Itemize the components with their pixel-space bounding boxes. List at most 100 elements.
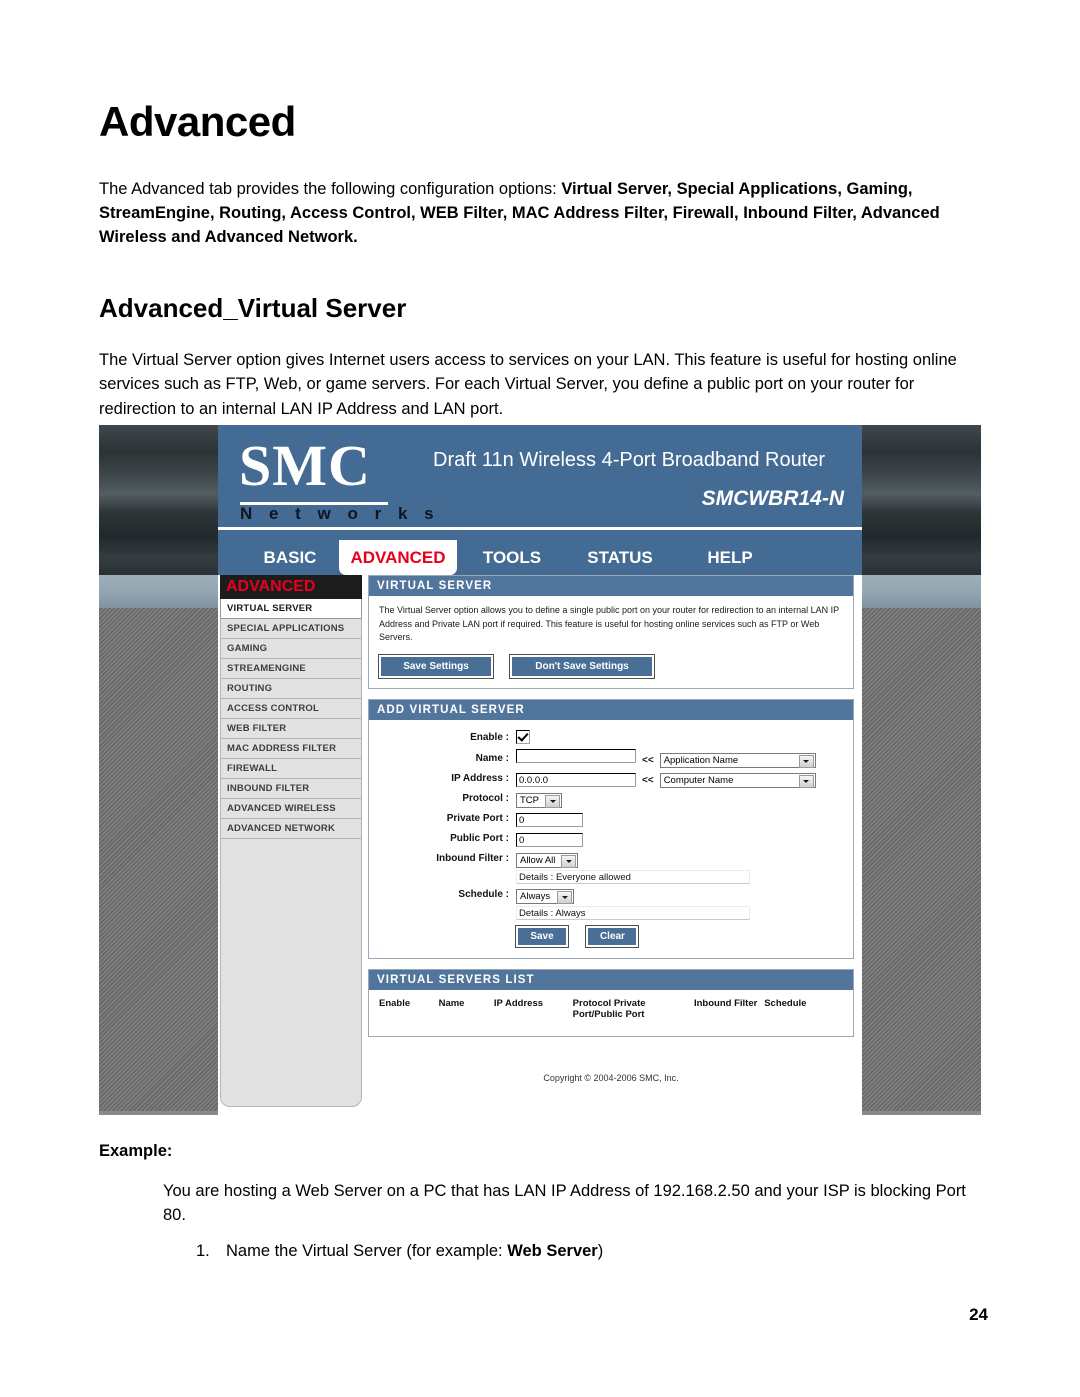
nav-tab-basic[interactable]: BASIC: [244, 540, 336, 575]
bezel-right-top: [862, 425, 981, 575]
name-input[interactable]: [516, 748, 636, 763]
computer-name-select-value: Computer Name: [663, 774, 734, 786]
virtual-servers-table: Enable Name IP Address Protocol Private …: [379, 998, 843, 1026]
virtual-server-description: The Virtual Server option allows you to …: [379, 605, 839, 642]
form-row-inbound-filter: Inbound Filter : Allow All: [379, 849, 843, 869]
enable-checkbox[interactable]: [516, 730, 530, 745]
schedule-select[interactable]: Always: [516, 888, 574, 904]
example-step-1: 1. Name the Virtual Server (for example: …: [196, 1240, 986, 1264]
save-button[interactable]: Save: [515, 924, 569, 948]
sidebar-item-streamengine[interactable]: STREAMENGINE: [220, 659, 362, 679]
cell-private-port: 0: [516, 809, 843, 829]
cell-name: << Application Name: [516, 748, 843, 769]
form-row-actions: Save Clear: [379, 921, 843, 948]
private-port-input[interactable]: 0: [516, 812, 583, 827]
page-number: 24: [969, 1305, 988, 1324]
intro-plain-text: The Advanced tab provides the following …: [99, 180, 562, 198]
sidebar-filler: [220, 839, 362, 1107]
sidebar-item-advanced-wireless[interactable]: ADVANCED WIRELESS: [220, 799, 362, 819]
form-row-schedule: Schedule : Always: [379, 885, 843, 905]
name-arrows-icon: <<: [642, 754, 654, 766]
main-nav-bar: BASIC ADVANCED TOOLS STATUS HELP: [218, 540, 862, 575]
application-name-select[interactable]: Application Name: [659, 752, 816, 768]
chevron-down-icon: [557, 890, 572, 904]
form-row-private-port: Private Port : 0: [379, 809, 843, 829]
virtual-servers-list-body: Enable Name IP Address Protocol Private …: [369, 990, 853, 1036]
document-page: Advanced The Advanced tab provides the f…: [0, 0, 1080, 1397]
label-name: Name :: [475, 752, 509, 764]
sidebar-item-advanced-network[interactable]: ADVANCED NETWORK: [220, 819, 362, 839]
label-inbound-details-spacer: [379, 869, 516, 885]
cell-enable: [516, 728, 843, 748]
virtual-servers-list-header: VIRTUAL SERVERS LIST: [369, 969, 853, 990]
cell-actions: Save Clear: [515, 921, 843, 948]
cell-protocol: TCP: [516, 789, 843, 809]
example-label: Example:: [99, 1142, 173, 1160]
header-underline: [218, 527, 862, 530]
protocol-select[interactable]: TCP: [516, 792, 562, 808]
chevron-down-icon: [798, 754, 814, 768]
column-inbound-filter: Inbound Filter: [693, 997, 758, 1009]
label-inbound-filter: Inbound Filter :: [436, 853, 509, 864]
sidebar-item-special-applications[interactable]: SPECIAL APPLICATIONS: [220, 619, 362, 639]
column-enable: Enable: [379, 997, 411, 1009]
copyright-text: Copyright © 2004-2006 SMC, Inc.: [543, 1072, 679, 1083]
label-ip-address: IP Address :: [451, 773, 509, 784]
sidebar-item-web-filter[interactable]: WEB FILTER: [220, 719, 362, 739]
table-header-row: Enable Name IP Address Protocol Private …: [379, 998, 843, 1026]
cell-inbound-details: Details : Everyone allowed: [516, 869, 843, 885]
bezel-right-mid: [862, 575, 981, 608]
form-row-public-port: Public Port : 0: [379, 829, 843, 849]
label-schedule-details-spacer: [379, 905, 516, 921]
label-schedule: Schedule :: [458, 889, 509, 900]
clear-button[interactable]: Clear: [585, 924, 640, 948]
nav-tab-tools[interactable]: TOOLS: [466, 540, 558, 575]
inbound-filter-select[interactable]: Allow All: [516, 852, 578, 868]
example-step-bold: Web Server: [507, 1242, 598, 1260]
sidebar-item-firewall[interactable]: FIREWALL: [220, 759, 362, 779]
schedule-details: Details : Always: [516, 905, 750, 920]
column-protocol-ports: Protocol Private Port/Public Port: [572, 997, 646, 1020]
product-model: SMCWBR14-N: [701, 487, 844, 510]
sidebar-item-routing[interactable]: ROUTING: [220, 679, 362, 699]
virtual-server-panel-header: VIRTUAL SERVER: [369, 576, 853, 596]
virtual-server-panel-body: The Virtual Server option allows you to …: [369, 596, 853, 688]
column-schedule: Schedule: [764, 997, 807, 1009]
computer-name-select[interactable]: Computer Name: [659, 772, 816, 788]
page-title: Advanced: [99, 98, 296, 145]
sidebar-item-virtual-server[interactable]: VIRTUAL SERVER: [220, 599, 362, 619]
column-ip-address: IP Address: [493, 997, 544, 1009]
chevron-down-icon: [798, 774, 814, 788]
example-step-number: 1.: [196, 1242, 210, 1260]
form-row-enable: Enable :: [379, 728, 843, 748]
nav-tab-advanced[interactable]: ADVANCED: [339, 540, 457, 575]
add-virtual-server-panel-body: Enable : Name : << Application Name IP A…: [369, 720, 853, 958]
nav-tab-help[interactable]: HELP: [684, 540, 776, 575]
cell-schedule: Always: [516, 885, 843, 905]
ip-address-input[interactable]: 0.0.0.0: [516, 772, 636, 787]
cell-ip-address: 0.0.0.0 << Computer Name: [516, 769, 843, 789]
public-port-input[interactable]: 0: [516, 832, 583, 847]
save-settings-button[interactable]: Save Settings: [378, 653, 494, 679]
form-row-name: Name : << Application Name: [379, 748, 843, 769]
column-name: Name: [438, 997, 465, 1009]
dont-save-settings-button[interactable]: Don't Save Settings: [509, 653, 655, 679]
form-row-ip-address: IP Address : 0.0.0.0 << Computer Name: [379, 769, 843, 789]
sidebar-item-inbound-filter[interactable]: INBOUND FILTER: [220, 779, 362, 799]
main-content: VIRTUAL SERVER The Virtual Server option…: [368, 575, 854, 1083]
nav-tab-status[interactable]: STATUS: [570, 540, 670, 575]
product-name: Draft 11n Wireless 4-Port Broadband Rout…: [433, 449, 826, 471]
virtual-server-panel: VIRTUAL SERVER The Virtual Server option…: [368, 575, 854, 689]
sidebar-item-access-control[interactable]: ACCESS CONTROL: [220, 699, 362, 719]
application-name-select-value: Application Name: [663, 754, 739, 766]
inbound-filter-details: Details : Everyone allowed: [516, 869, 750, 884]
sidebar-item-mac-address-filter[interactable]: MAC ADDRESS FILTER: [220, 739, 362, 759]
sidebar-title: ADVANCED: [220, 575, 362, 599]
form-row-schedule-details: Details : Always: [379, 905, 843, 921]
sidebar-item-gaming[interactable]: GAMING: [220, 639, 362, 659]
router-header: SMC N e t w o r k s Draft 11n Wireless 4…: [218, 425, 862, 540]
inbound-filter-select-value: Allow All: [520, 854, 556, 866]
cell-schedule-details: Details : Always: [516, 905, 843, 921]
label-enable: Enable :: [470, 732, 509, 743]
form-row-inbound-details: Details : Everyone allowed: [379, 869, 843, 885]
